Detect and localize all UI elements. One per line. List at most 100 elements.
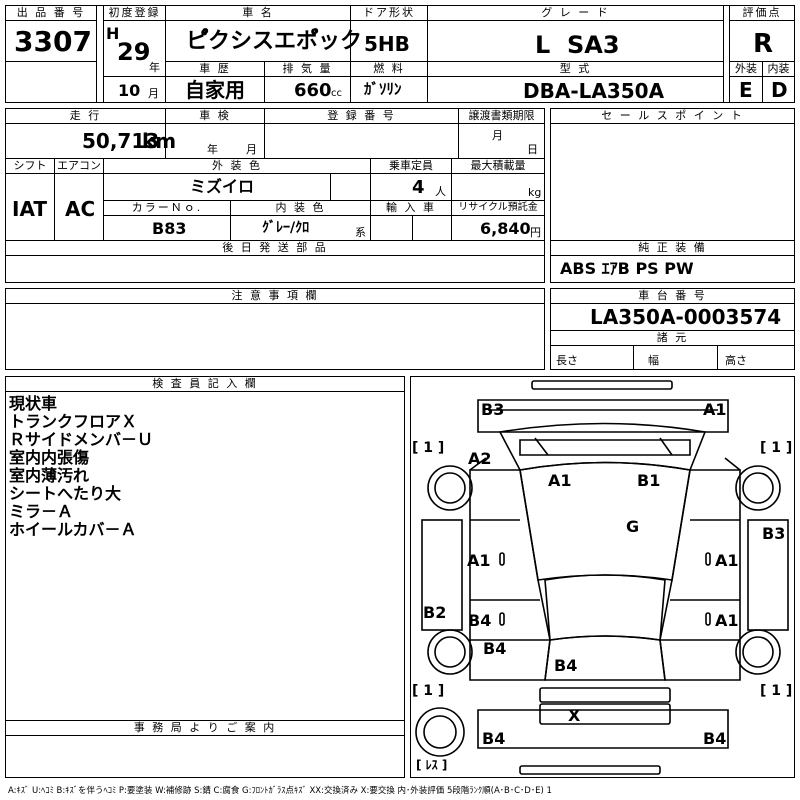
inspector-line: ホイールカバ－Ａ [9, 520, 137, 539]
tire-label: [ 1 ] [760, 440, 793, 456]
registration-number-cell [264, 123, 459, 159]
exterior-color-extra-cell [330, 173, 371, 201]
tire-label: [ 1 ] [760, 683, 793, 699]
damage-mark: B4 [483, 639, 507, 658]
tire-label: [ 1 ] [412, 683, 445, 699]
inspector-line: 現状車 [9, 394, 58, 413]
recycle-deposit-label: リサイクル預託金 [451, 200, 545, 216]
lot-blank-cell [5, 61, 97, 103]
registration-number-label: 登 録 番 号 [264, 108, 459, 124]
damage-mark: A1 [703, 400, 727, 419]
import-cell [370, 215, 452, 241]
grade-label: グ レ ー ド [427, 5, 724, 21]
exterior-score: E [739, 78, 753, 102]
equipment-label: 純 正 装 備 [550, 240, 795, 256]
inspector-line: ミラ－Ａ [9, 502, 74, 521]
damage-mark: B1 [637, 471, 661, 490]
tire-label: [ 1 ] [412, 440, 445, 456]
capacity-label: 乗車定員 [370, 158, 452, 174]
aircon: AC [65, 197, 96, 221]
damage-mark: B4 [703, 729, 727, 748]
interior-color-unit: 系 [355, 226, 366, 239]
car-diagram [415, 380, 789, 775]
lot-number-label: 出 品 番 号 [5, 5, 97, 21]
interior-score-label: 内装 [762, 61, 795, 77]
spare-tire-label: [ ﾚｽ ] [416, 758, 448, 772]
door-type: 5HB [364, 32, 410, 56]
later-parts-cell [5, 255, 545, 283]
equipment: ABS ｴｱB PS PW [560, 259, 694, 278]
score: R [753, 29, 774, 59]
sales-point-label: セ ー ル ス ポ イ ン ト [550, 108, 795, 124]
damage-legend: A:ｷｽﾞ U:ﾍｺﾐ B:ｷｽﾞを伴うﾍｺﾐ P:要塗装 W:補修跡 S:錆 … [8, 786, 552, 796]
sales-point-block [550, 108, 795, 283]
year-unit: 年 [149, 61, 160, 74]
width-cell [633, 345, 718, 370]
lot-number: 3307 [14, 25, 92, 58]
color-number-label: カラーＮｏ. [103, 200, 231, 216]
damage-mark: B4 [554, 656, 578, 675]
month-unit: 月 [148, 87, 159, 100]
deadline-month-unit: 月 [492, 129, 503, 142]
damage-mark: A1 [548, 471, 572, 490]
damage-mark: A2 [468, 449, 492, 468]
inspector-line: 室内内張傷 [9, 448, 90, 467]
inspector-line: シートへたり大 [9, 484, 122, 503]
load-unit: kg [528, 186, 542, 199]
grade: L SA3 [535, 31, 620, 59]
shift-label: シフト [5, 158, 55, 174]
max-load-label: 最大積載量 [451, 158, 545, 174]
exterior-score-label: 外装 [729, 61, 763, 77]
import-label: 輸 入 車 [370, 200, 452, 216]
damage-mark: B4 [482, 729, 506, 748]
damage-mark: B2 [423, 603, 447, 622]
interior-color-label: 内 装 色 [230, 200, 371, 216]
exterior-color: ミズイロ [190, 177, 255, 196]
model-label: 型 式 [427, 61, 724, 77]
inspector-line: Ｒサイドメンバ－Ｕ [9, 430, 154, 449]
deadline-day-unit: 日 [527, 143, 538, 156]
damage-mark: G [626, 517, 640, 536]
fuel: ｶﾞｿﾘﾝ [364, 80, 402, 98]
later-parts-label: 後 日 発 送 部 品 [5, 240, 545, 256]
history-label: 車 歴 [165, 61, 265, 77]
damage-mark: A1 [715, 551, 739, 570]
caution-label: 注 意 事 項 欄 [5, 288, 545, 304]
inspector-line: 室内薄汚れ [9, 466, 90, 485]
recycle-deposit: 6,840 [480, 219, 531, 238]
interior-score: D [771, 78, 788, 102]
transfer-deadline-label: 譲渡書類期限 [458, 108, 545, 124]
inspection-month-unit: 月 [246, 143, 257, 156]
damage-mark: A1 [467, 551, 491, 570]
registration-year: 29 [117, 38, 151, 66]
damage-mark: B3 [481, 400, 505, 419]
recycle-unit: 円 [530, 226, 541, 239]
car-name: ピ゚クシスエポ゚ック [186, 29, 363, 54]
mileage-label: 走 行 [5, 108, 166, 124]
interior-color: ｸﾞﾚｰ/ｸﾛ [262, 220, 310, 236]
office-notice-label: 事 務 局 よ り ご 案 内 [5, 720, 405, 736]
displacement-label: 排 気 量 [264, 61, 351, 77]
aircon-label: エアコン [54, 158, 104, 174]
width-label: 幅 [648, 354, 659, 367]
capacity-unit: 人 [435, 185, 446, 198]
chassis-number: LA350A-0003574 [590, 305, 782, 329]
damage-mark: X [568, 706, 581, 725]
first-registration-label: 初度登録 [103, 5, 166, 21]
length-label: 長さ [556, 354, 578, 367]
height-label: 高さ [725, 354, 747, 367]
damage-mark: B4 [468, 611, 492, 630]
spec-label: 諸 元 [550, 330, 795, 346]
inspector-line: トランクフロアＸ [9, 412, 138, 431]
inspector-label: 検 査 員 記 入 欄 [5, 376, 405, 392]
damage-mark: A1 [715, 611, 739, 630]
exterior-color-label: 外 装 色 [103, 158, 371, 174]
damage-mark: B3 [762, 524, 786, 543]
inspection-label: 車 検 [165, 108, 265, 124]
displacement: 660 [294, 80, 332, 101]
registration-month: 10 [118, 81, 141, 100]
car-name-label: 車 名 [165, 5, 351, 21]
chassis-number-label: 車 台 番 号 [550, 288, 795, 304]
score-label: 評価点 [729, 5, 795, 21]
inspection-year-unit: 年 [207, 143, 218, 156]
